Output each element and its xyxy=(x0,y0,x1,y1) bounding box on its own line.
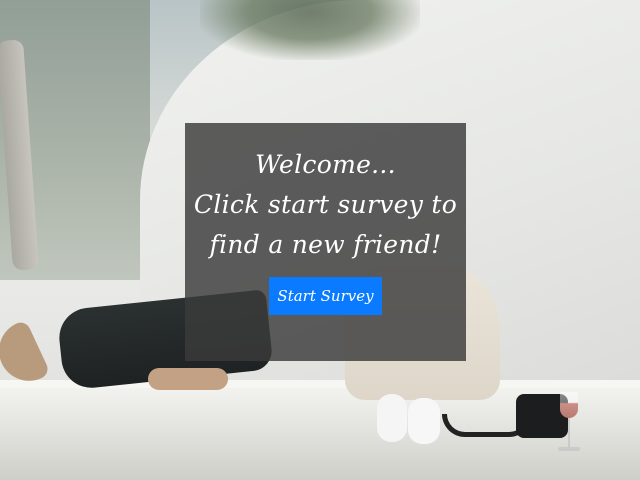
shoe-left-2 xyxy=(148,368,228,390)
wine-glass-base xyxy=(558,447,580,451)
sneaker-left xyxy=(377,394,407,442)
welcome-text: Welcome... Click start survey to find a … xyxy=(193,150,458,259)
start-survey-button[interactable]: Start Survey xyxy=(269,277,382,315)
hanging-leaves xyxy=(200,0,420,60)
sneaker-right xyxy=(408,398,440,444)
welcome-overlay: Welcome... Click start survey to find a … xyxy=(185,123,466,361)
wine-glass-icon xyxy=(560,392,578,418)
wine-glass-stem xyxy=(568,418,570,448)
